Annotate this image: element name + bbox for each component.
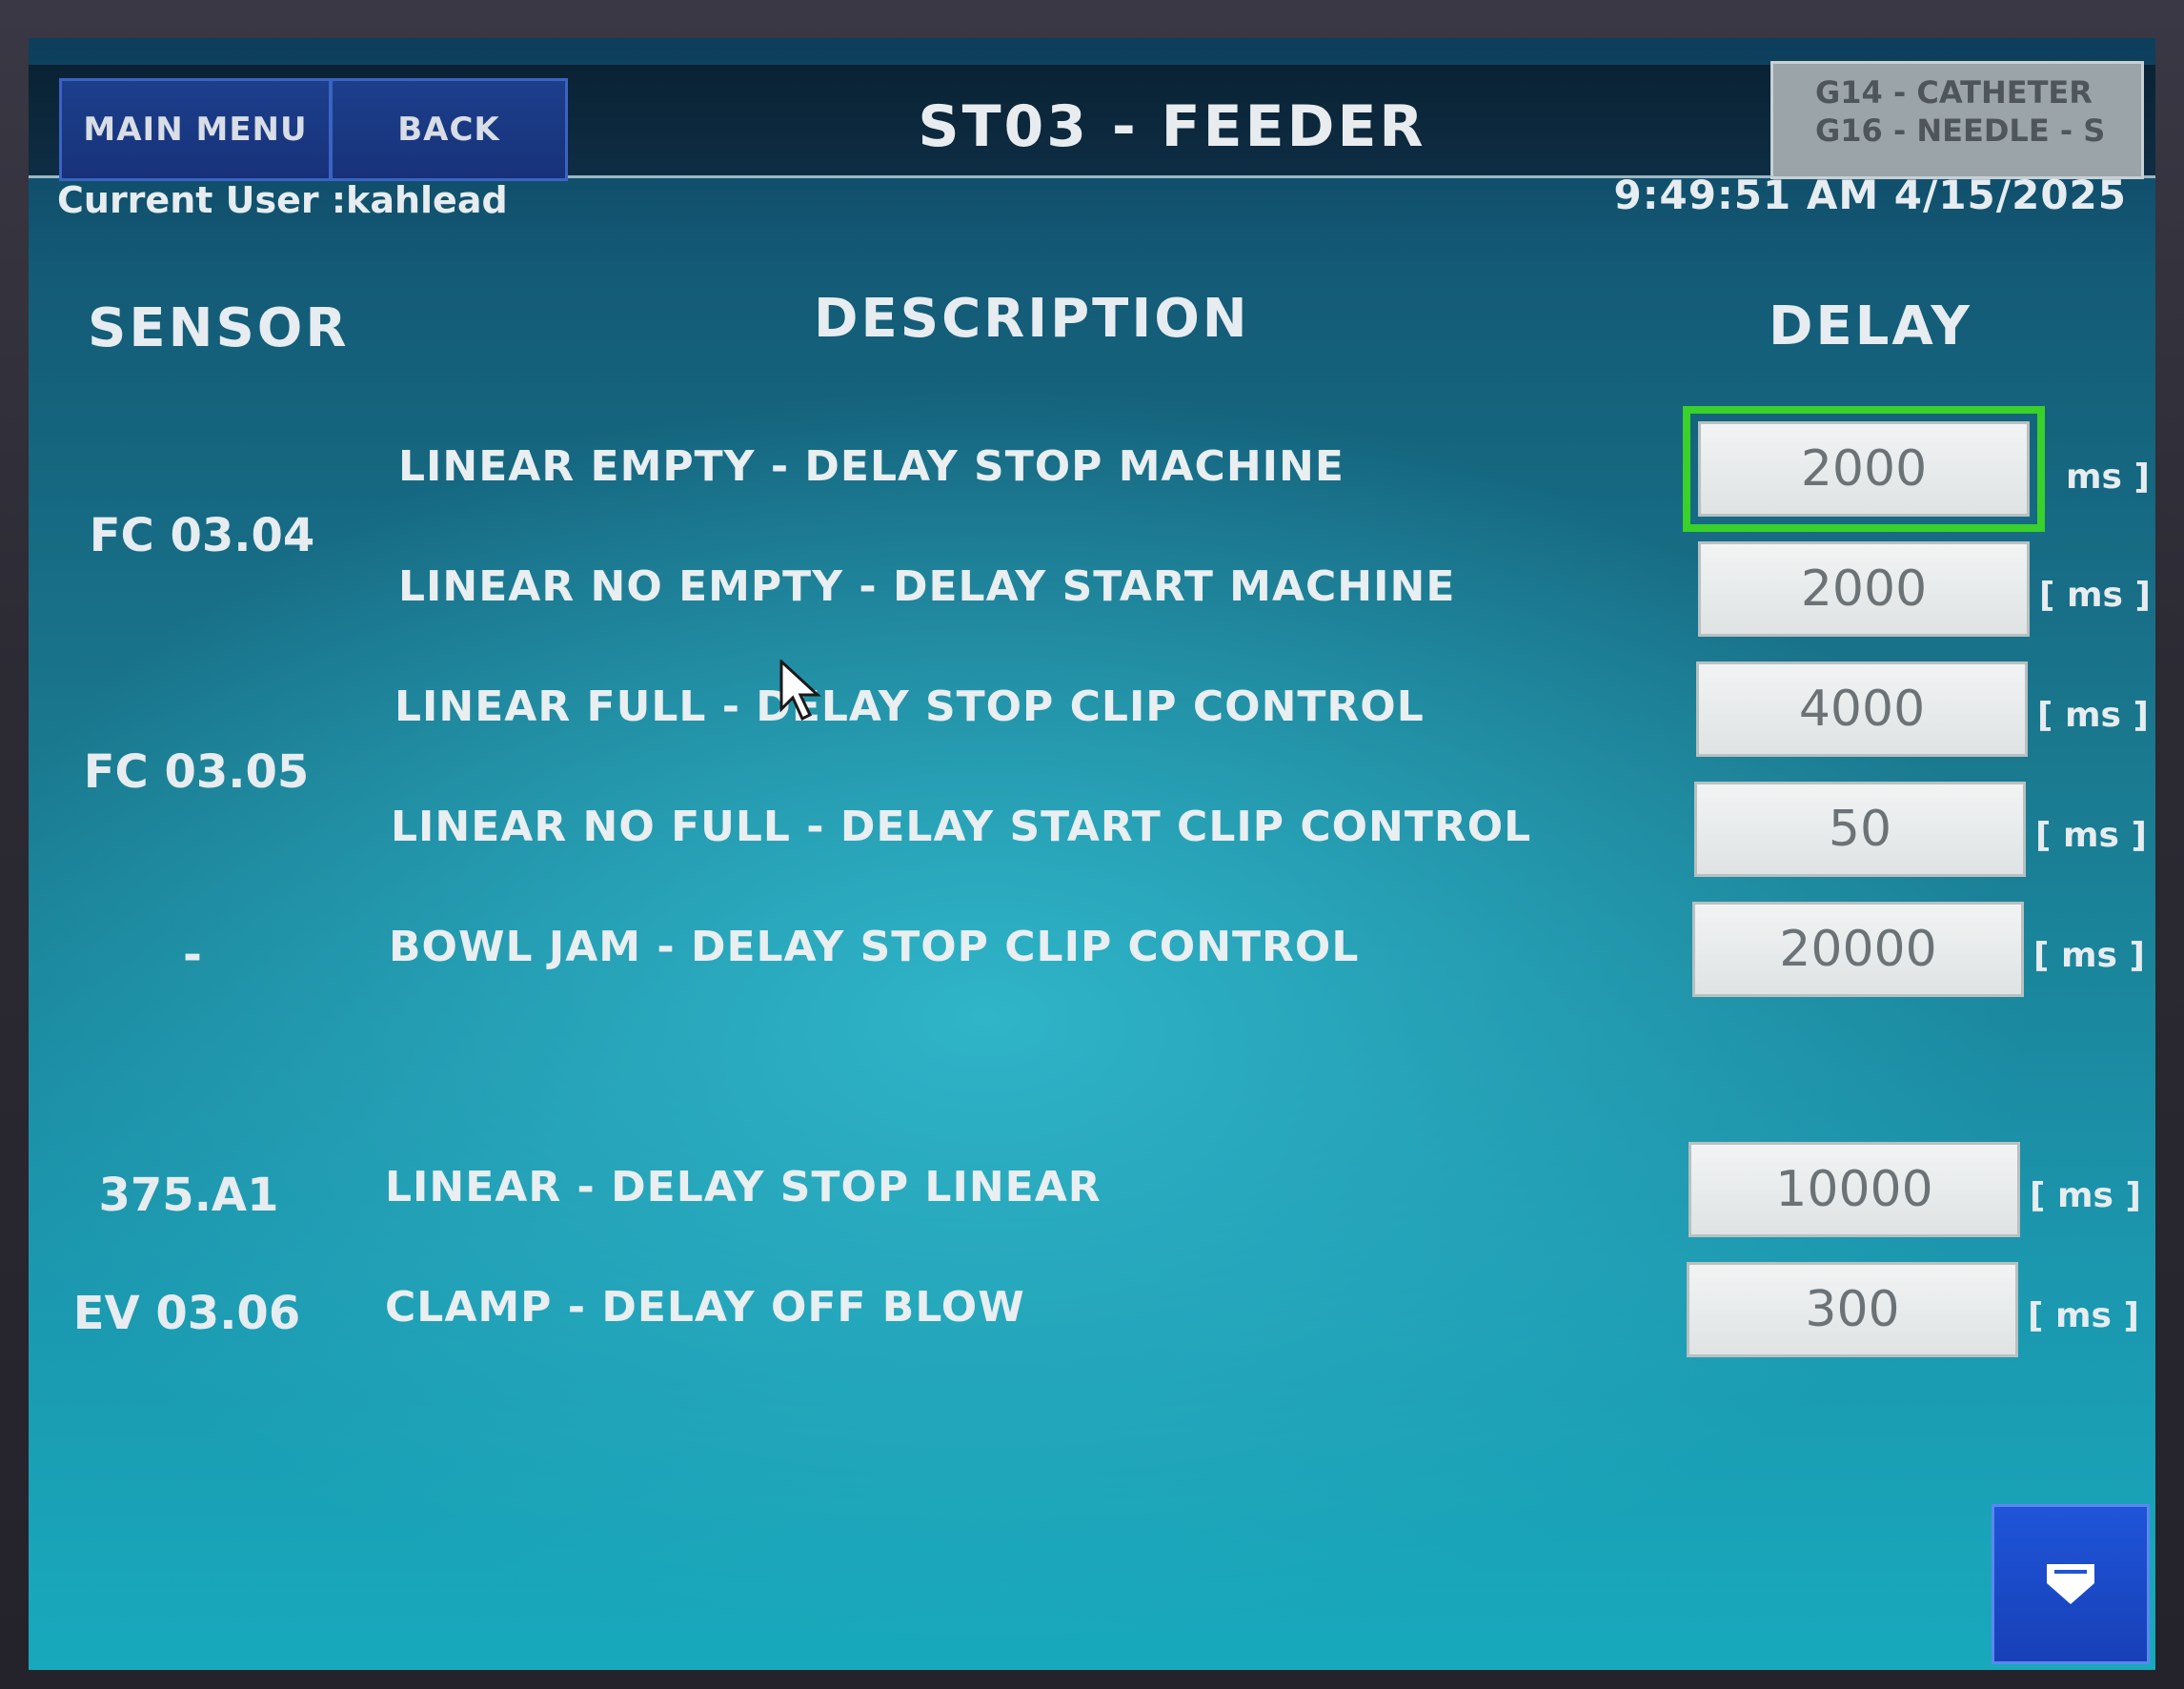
page-title: ST03 - FEEDER <box>918 93 1426 160</box>
sensor-column-header: SENSOR <box>88 297 350 359</box>
sensor-label: - <box>183 928 202 982</box>
delay-input-linear-no-full[interactable]: 50 <box>1694 782 2026 877</box>
delay-input-clamp-off-blow[interactable]: 300 <box>1687 1262 2018 1357</box>
recipe-indicator: G14 - CATHETER G16 - NEEDLE - S <box>1770 61 2144 179</box>
row-description: LINEAR EMPTY - DELAY STOP MACHINE <box>398 442 1345 491</box>
mouse-pointer-icon <box>779 660 821 722</box>
unit-label: [ ms ] <box>2037 696 2149 735</box>
unit-label: [ ms ] <box>2030 1176 2141 1215</box>
row-description: CLAMP - DELAY OFF BLOW <box>385 1283 1025 1332</box>
unit-label: [ ms ] <box>2028 1296 2139 1335</box>
delay-input-linear-stop[interactable]: 10000 <box>1689 1142 2020 1237</box>
back-label: BACK <box>397 111 500 149</box>
row-description: BOWL JAM - DELAY STOP CLIP CONTROL <box>389 923 1360 971</box>
delay-input-linear-empty[interactable]: 2000 <box>1683 406 2045 532</box>
delay-input-linear-no-empty[interactable]: 2000 <box>1698 541 2030 637</box>
current-user: Current User :kahlead <box>57 179 508 221</box>
delay-input-linear-full[interactable]: 4000 <box>1696 661 2028 757</box>
chevron-down-icon <box>2047 1564 2094 1604</box>
recipe-line-1: G14 - CATHETER <box>1815 74 2093 111</box>
back-button[interactable]: BACK <box>332 78 568 181</box>
row-description: LINEAR - DELAY STOP LINEAR <box>385 1163 1102 1211</box>
delay-input-bowl-jam[interactable]: 20000 <box>1692 902 2024 997</box>
unit-label: ms ] <box>2066 458 2150 497</box>
row-description: LINEAR NO EMPTY - DELAY START MACHINE <box>398 562 1456 611</box>
sensor-label: FC 03.04 <box>89 509 315 562</box>
unit-label: [ ms ] <box>2039 576 2151 615</box>
date-time: 9:49:51 AM 4/15/2025 <box>1613 172 2127 218</box>
main-menu-label: MAIN MENU <box>83 111 308 149</box>
main-menu-button[interactable]: MAIN MENU <box>59 78 332 181</box>
sensor-label: EV 03.06 <box>72 1287 301 1340</box>
unit-label: [ ms ] <box>2035 816 2147 855</box>
hmi-screen: MAIN MENU BACK ST03 - FEEDER G14 - CATHE… <box>29 38 2155 1670</box>
scroll-down-button[interactable] <box>1992 1504 2150 1664</box>
row-description: LINEAR FULL - DELAY STOP CLIP CONTROL <box>394 682 1425 731</box>
recipe-line-2: G16 - NEEDLE - S <box>1815 112 2106 149</box>
delay-column-header: DELAY <box>1769 295 1972 357</box>
row-description: LINEAR NO FULL - DELAY START CLIP CONTRO… <box>391 803 1532 851</box>
description-column-header: DESCRIPTION <box>814 288 1250 350</box>
unit-label: [ ms ] <box>2033 936 2145 975</box>
sensor-label: 375.A1 <box>98 1169 279 1222</box>
sensor-label: FC 03.05 <box>83 745 310 799</box>
